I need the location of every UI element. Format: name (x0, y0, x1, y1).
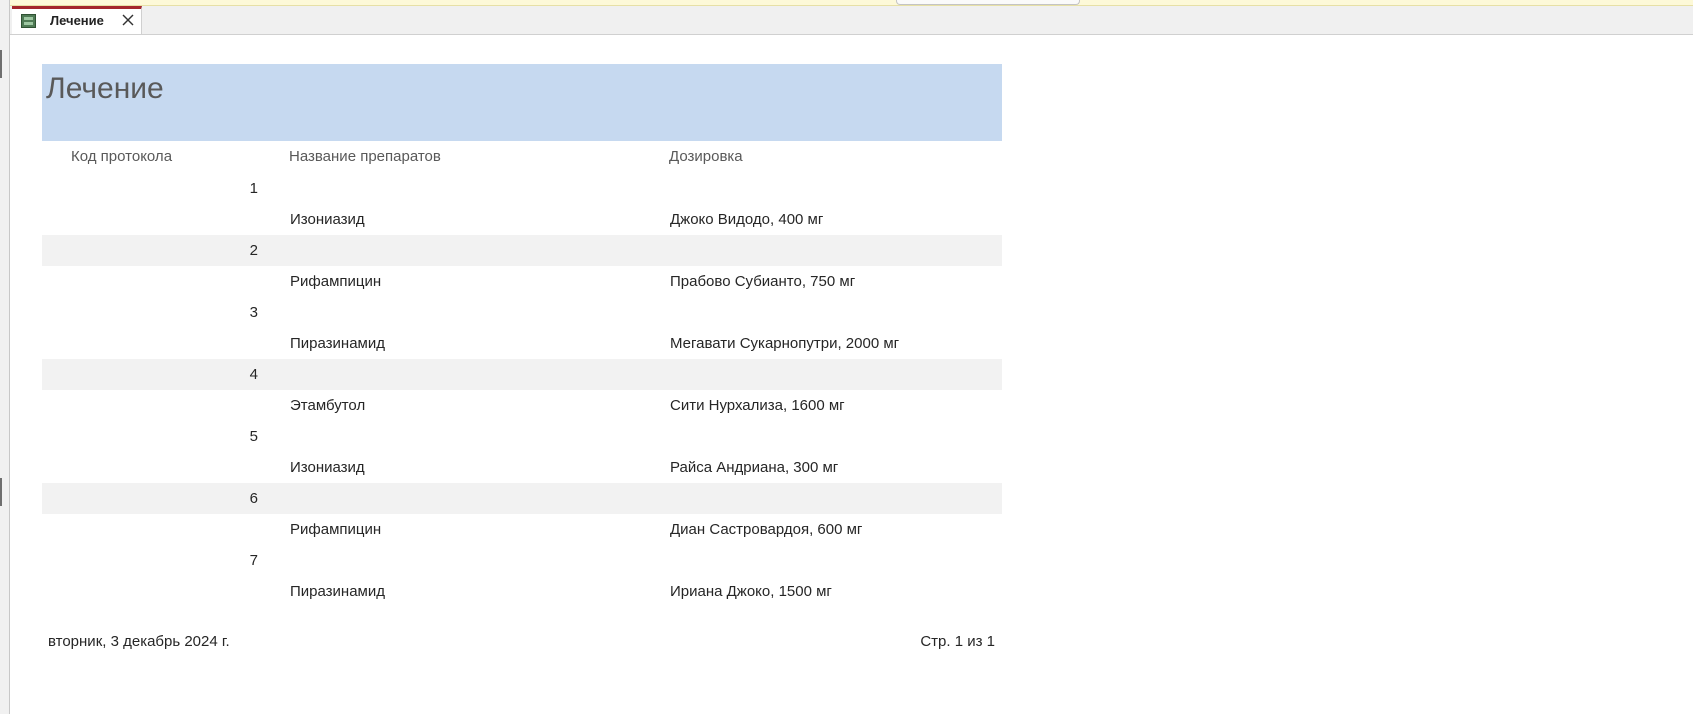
detail-row: Пиразинамид Ириана Джоко, 1500 мг (42, 576, 1002, 607)
dosage: Джоко Видодо, 400 мг (670, 211, 824, 228)
splitter-mark (0, 50, 2, 78)
tab-label: Лечение (50, 13, 104, 28)
group-header-row: 7 (42, 545, 1002, 576)
protocol-code: 2 (249, 242, 258, 259)
dosage: Райса Андриана, 300 мг (670, 459, 839, 476)
protocol-code: 4 (249, 366, 258, 383)
group-header-row: 2 (42, 235, 1002, 266)
report-footer-page-number: Стр. 1 из 1 (920, 633, 995, 650)
report-footer-date: вторник, 3 декабрь 2024 г. (48, 633, 230, 650)
document-tab-bar: Лечение (10, 6, 1693, 35)
dosage: Диан Састровардоя, 600 мг (670, 521, 863, 538)
group-header-row: 1 (42, 173, 1002, 204)
detail-row: Изониазид Джоко Видодо, 400 мг (42, 204, 1002, 235)
navigation-pane-edge[interactable] (0, 0, 10, 714)
drug-name: Рифампицин (290, 273, 382, 290)
column-header-dose: Дозировка (669, 148, 743, 165)
drug-name: Пиразинамид (290, 335, 386, 352)
protocol-code: 5 (249, 428, 258, 445)
drug-name: Пиразинамид (290, 583, 386, 600)
protocol-code: 7 (249, 552, 258, 569)
tab-report[interactable]: Лечение (12, 6, 142, 34)
group-header-row: 4 (42, 359, 1002, 390)
drug-name: Изониазид (290, 211, 365, 228)
detail-row: Изониазид Райса Андриана, 300 мг (42, 452, 1002, 483)
column-header-code: Код протокола (71, 148, 173, 165)
protocol-code: 3 (249, 304, 258, 321)
group-header-row: 3 (42, 297, 1002, 328)
report-icon (21, 14, 36, 28)
drug-name: Рифампицин (290, 521, 382, 538)
report-title: Лечение (46, 72, 164, 105)
message-bar-tab[interactable] (896, 0, 1080, 5)
report-header: Лечение (42, 64, 1002, 141)
detail-row: Рифампицин Диан Састровардоя, 600 мг (42, 514, 1002, 545)
group-header-row: 6 (42, 483, 1002, 514)
detail-row: Пиразинамид Мегавати Сукарнопутри, 2000 … (42, 328, 1002, 359)
drug-name: Изониазид (290, 459, 365, 476)
dosage: Мегавати Сукарнопутри, 2000 мг (670, 335, 900, 352)
protocol-code: 1 (249, 180, 258, 197)
dosage: Ириана Джоко, 1500 мг (670, 583, 832, 600)
group-header-row: 5 (42, 421, 1002, 452)
drug-name: Этамбутол (290, 397, 366, 414)
protocol-code: 6 (249, 490, 258, 507)
detail-row: Этамбутол Сити Нурхализа, 1600 мг (42, 390, 1002, 421)
splitter-mark (0, 478, 2, 506)
detail-row: Рифампицин Прабово Субианто, 750 мг (42, 266, 1002, 297)
column-header-drug: Название препаратов (289, 148, 441, 165)
dosage: Сити Нурхализа, 1600 мг (670, 397, 845, 414)
dosage: Прабово Субианто, 750 мг (670, 273, 856, 290)
close-icon[interactable] (120, 12, 136, 28)
